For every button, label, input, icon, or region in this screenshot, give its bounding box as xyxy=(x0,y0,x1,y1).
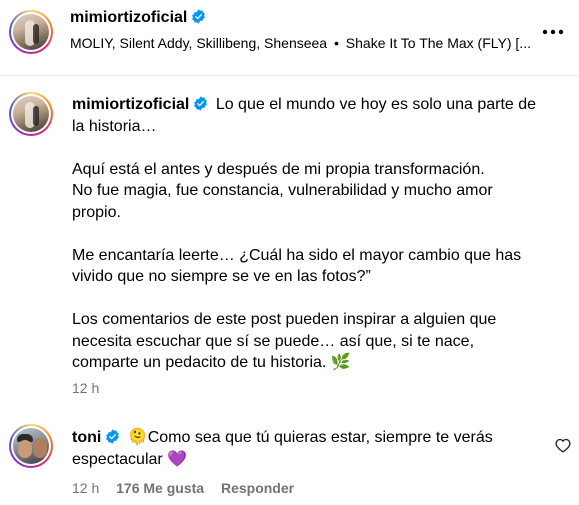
audio-artists: MOLIY, Silent Addy, Skillibeng, Shenseea xyxy=(70,35,328,51)
header-divider xyxy=(0,75,579,76)
caption-line: vivido que no siempre se ve en las fotos… xyxy=(72,268,371,285)
more-horizontal-icon[interactable] xyxy=(542,26,564,38)
heart-outline-icon[interactable] xyxy=(555,438,571,453)
caption-body: mimiortizoficial Lo que el mundo ve hoy … xyxy=(72,94,572,374)
comment-text: espectacular 💜 xyxy=(72,450,188,468)
verified-badge-icon xyxy=(192,9,206,24)
header-username[interactable]: mimiortizoficial xyxy=(70,9,187,26)
caption-line: No fue magia, fue constancia, vulnerabil… xyxy=(72,182,493,199)
caption-line: Lo que el mundo ve hoy es solo una parte… xyxy=(215,96,537,113)
caption-timestamp[interactable]: 12 h xyxy=(72,380,99,396)
avatar-photo xyxy=(13,96,49,132)
comment-avatar[interactable] xyxy=(9,424,53,468)
caption-line: la historia… xyxy=(72,117,157,135)
caption-line: propio. xyxy=(72,203,121,221)
avatar-photo xyxy=(13,428,49,464)
caption-line: comparte un pedacito de tu historia. 🌿 xyxy=(72,354,351,371)
caption-line: necesita escuchar que sí se puede… así q… xyxy=(72,332,475,350)
comment-likes[interactable]: 176 Me gusta xyxy=(116,480,204,496)
reply-button[interactable]: Responder xyxy=(221,480,294,496)
audio-separator: • xyxy=(333,35,339,51)
comment-body: toni 🫠Como sea que tú quieras estar, sie… xyxy=(72,427,542,470)
caption-line: Los comentarios de este post pueden insp… xyxy=(72,311,497,328)
comment-username[interactable]: toni xyxy=(72,429,101,446)
verified-badge-icon xyxy=(106,429,120,444)
audio-track: Shake It To The Max (FLY) [... xyxy=(345,35,531,51)
caption-username[interactable]: mimiortizoficial xyxy=(72,96,189,113)
comment-text: 🫠Como sea que tú quieras estar, siempre … xyxy=(127,429,493,446)
caption-avatar[interactable] xyxy=(9,92,53,136)
header-avatar[interactable] xyxy=(9,10,53,54)
comment-meta: 12 h 176 Me gusta Responder xyxy=(72,480,294,496)
comment-timestamp[interactable]: 12 h xyxy=(72,480,99,496)
avatar-photo xyxy=(13,14,49,50)
caption-line: Aquí está el antes y después de mi propi… xyxy=(72,160,485,178)
caption-line: Me encantaría leerte… ¿Cuál ha sido el m… xyxy=(72,246,522,264)
audio-attribution[interactable]: MOLIY, Silent Addy, Skillibeng, Shenseea… xyxy=(70,35,531,51)
verified-badge-icon xyxy=(194,96,208,111)
